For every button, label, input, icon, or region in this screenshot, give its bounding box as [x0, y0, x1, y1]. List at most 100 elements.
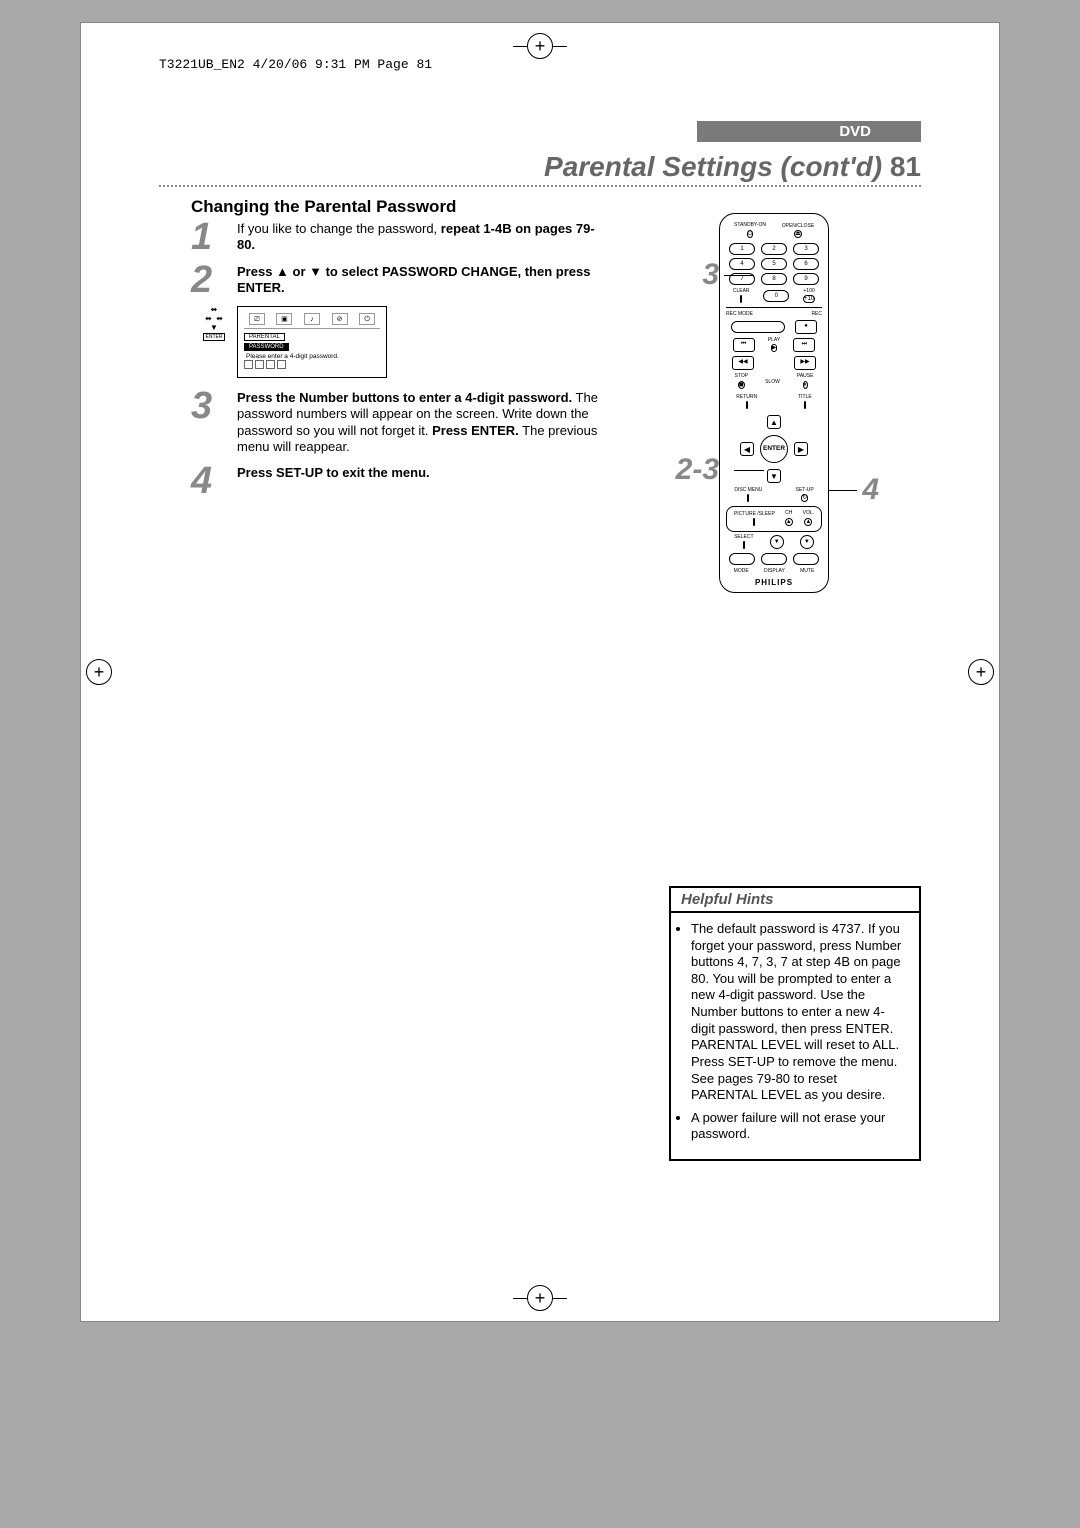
return-button — [746, 401, 748, 409]
play-button: ▶ — [771, 344, 778, 352]
num-5: 5 — [761, 258, 787, 270]
rec-label: REC — [811, 311, 822, 317]
play-label: PLAY — [768, 337, 780, 343]
mute-button — [793, 553, 819, 565]
step-1: 1 If you like to change the password, re… — [191, 221, 601, 254]
next-button: ⏭ — [793, 338, 815, 352]
display-button — [761, 553, 787, 565]
mute-label: MUTE — [800, 568, 814, 574]
crop-mark-bottom — [513, 1285, 567, 1311]
step-1-body: If you like to change the password, repe… — [237, 221, 601, 254]
ch-down-button: ▼ — [770, 535, 784, 549]
title-button — [804, 401, 806, 409]
title-text: Parental Settings (cont'd) — [544, 151, 882, 182]
helpful-hints-box: Helpful Hints The default password is 47… — [669, 886, 921, 1161]
osd-prompt: Please enter a 4-digit password. — [244, 353, 380, 360]
step-3: 3 Press the Number buttons to enter a 4-… — [191, 390, 601, 455]
step-number: 4 — [191, 465, 229, 497]
osd-tabs: ⎚▣♪⊘⏻ — [244, 313, 380, 329]
osd-parental-label: PARENTAL — [244, 333, 285, 341]
divider-dotted — [159, 185, 921, 187]
step-number: 3 — [191, 390, 229, 422]
step-2-bold: Press ▲ or ▼ to select PASSWORD CHANGE, … — [237, 264, 590, 295]
crop-mark-top — [513, 33, 567, 59]
num-8: 8 — [761, 273, 787, 285]
vol-down-button: ▼ — [800, 535, 814, 549]
callout-4-text: 4 — [862, 473, 879, 506]
clear-button — [740, 295, 742, 303]
pause-label: PAUSE — [797, 373, 814, 379]
return-label: RETURN — [736, 394, 757, 400]
hints-header: Helpful Hints — [671, 888, 919, 913]
openclose-button: ⏏ — [794, 230, 802, 238]
recmode-button — [731, 321, 785, 333]
openclose-label: OPEN/CLOSE — [782, 223, 815, 229]
print-slug: T3221UB_EN2 4/20/06 9:31 PM Page 81 — [159, 57, 432, 72]
hint-item-1: The default password is 4737. If you for… — [691, 921, 905, 1104]
rec-button: ● — [795, 320, 817, 334]
mode-button — [729, 553, 755, 565]
title-label: TITLE — [798, 394, 812, 400]
num-0: 0 — [763, 290, 789, 302]
page-title: Parental Settings (cont'd) 81 — [544, 151, 921, 183]
osd-password-boxes — [244, 360, 380, 371]
step-3-b2: Press ENTER. — [432, 423, 519, 438]
vol-up-button: ▲ — [804, 518, 812, 526]
num-7: 7 — [729, 273, 755, 285]
num-6: 6 — [793, 258, 819, 270]
plus100-label: +100 — [803, 288, 814, 294]
rew-button: ◀◀ — [732, 356, 754, 370]
select-button — [743, 541, 745, 549]
mode-label: MODE — [734, 568, 749, 574]
step-3-body: Press the Number buttons to enter a 4-di… — [237, 390, 601, 455]
fwd-button: ▶▶ — [794, 356, 816, 370]
section-tag-dvd: DVD — [697, 121, 921, 142]
picture-button — [753, 518, 755, 526]
num-9: 9 — [793, 273, 819, 285]
down-arrow-button: ▼ — [767, 469, 781, 483]
right-arrow-button: ▶ — [794, 442, 808, 456]
crop-mark-right — [968, 659, 994, 685]
enter-button: ENTER — [760, 435, 788, 463]
plus10-button: +10 — [803, 295, 815, 303]
step-4: 4 Press SET-UP to exit the menu. — [191, 465, 601, 497]
osd-navigation-hint: ⬌⬌ ⬌▼ ENTER — [191, 306, 237, 341]
pause-button: ⏸ — [803, 381, 808, 389]
stop-button: ◼ — [738, 381, 745, 389]
num-3: 3 — [793, 243, 819, 255]
hint-item-2: A power failure will not erase your pass… — [691, 1110, 905, 1143]
disc-button — [747, 494, 749, 502]
callout-3-text: 3 — [702, 258, 719, 291]
step-3-b1: Press the Number buttons to enter a 4-di… — [237, 390, 572, 405]
disc-label: DISC MENU — [734, 487, 762, 493]
up-arrow-button: ▲ — [767, 415, 781, 429]
step-2: 2 Press ▲ or ▼ to select PASSWORD CHANGE… — [191, 264, 601, 297]
picture-label: PICTURE /SLEEP — [734, 511, 775, 517]
num-4: 4 — [729, 258, 755, 270]
vol-label: VOL. — [803, 510, 814, 516]
callout-number-3: 3 — [702, 258, 719, 292]
num-2: 2 — [761, 243, 787, 255]
select-label: SELECT — [734, 534, 753, 540]
step-4-bold: Press SET-UP to exit the menu. — [237, 465, 430, 480]
callout-23-text: 2-3 — [676, 453, 719, 486]
steps-column: 1 If you like to change the password, re… — [191, 221, 601, 507]
stop-label: STOP — [735, 373, 749, 379]
recmode-label: REC MODE — [726, 311, 753, 317]
slow-label: SLOW — [765, 379, 780, 385]
left-arrow-button: ◀ — [740, 442, 754, 456]
setup-label: SET-UP — [796, 487, 814, 493]
num-1: 1 — [729, 243, 755, 255]
remote-control-diagram: STANDBY-ON⏻ OPEN/CLOSE⏏ 1 2 3 4 5 6 7 8 … — [719, 213, 829, 593]
callout-number-4: 4 — [862, 473, 879, 507]
ch-up-button: ▲ — [785, 518, 793, 526]
osd-hint-enter: ENTER — [203, 333, 226, 341]
step-number: 2 — [191, 264, 229, 296]
manual-page: T3221UB_EN2 4/20/06 9:31 PM Page 81 DVD … — [80, 22, 1000, 1322]
step-number: 1 — [191, 221, 229, 253]
clear-label: CLEAR — [733, 288, 750, 294]
standby-label: STANDBY-ON — [734, 222, 766, 228]
setup-button: ↻ — [801, 494, 808, 502]
nav-pad: ▲ ▼ ◀ ▶ ENTER — [738, 413, 810, 485]
step-1-text: If you like to change the password, — [237, 221, 441, 236]
